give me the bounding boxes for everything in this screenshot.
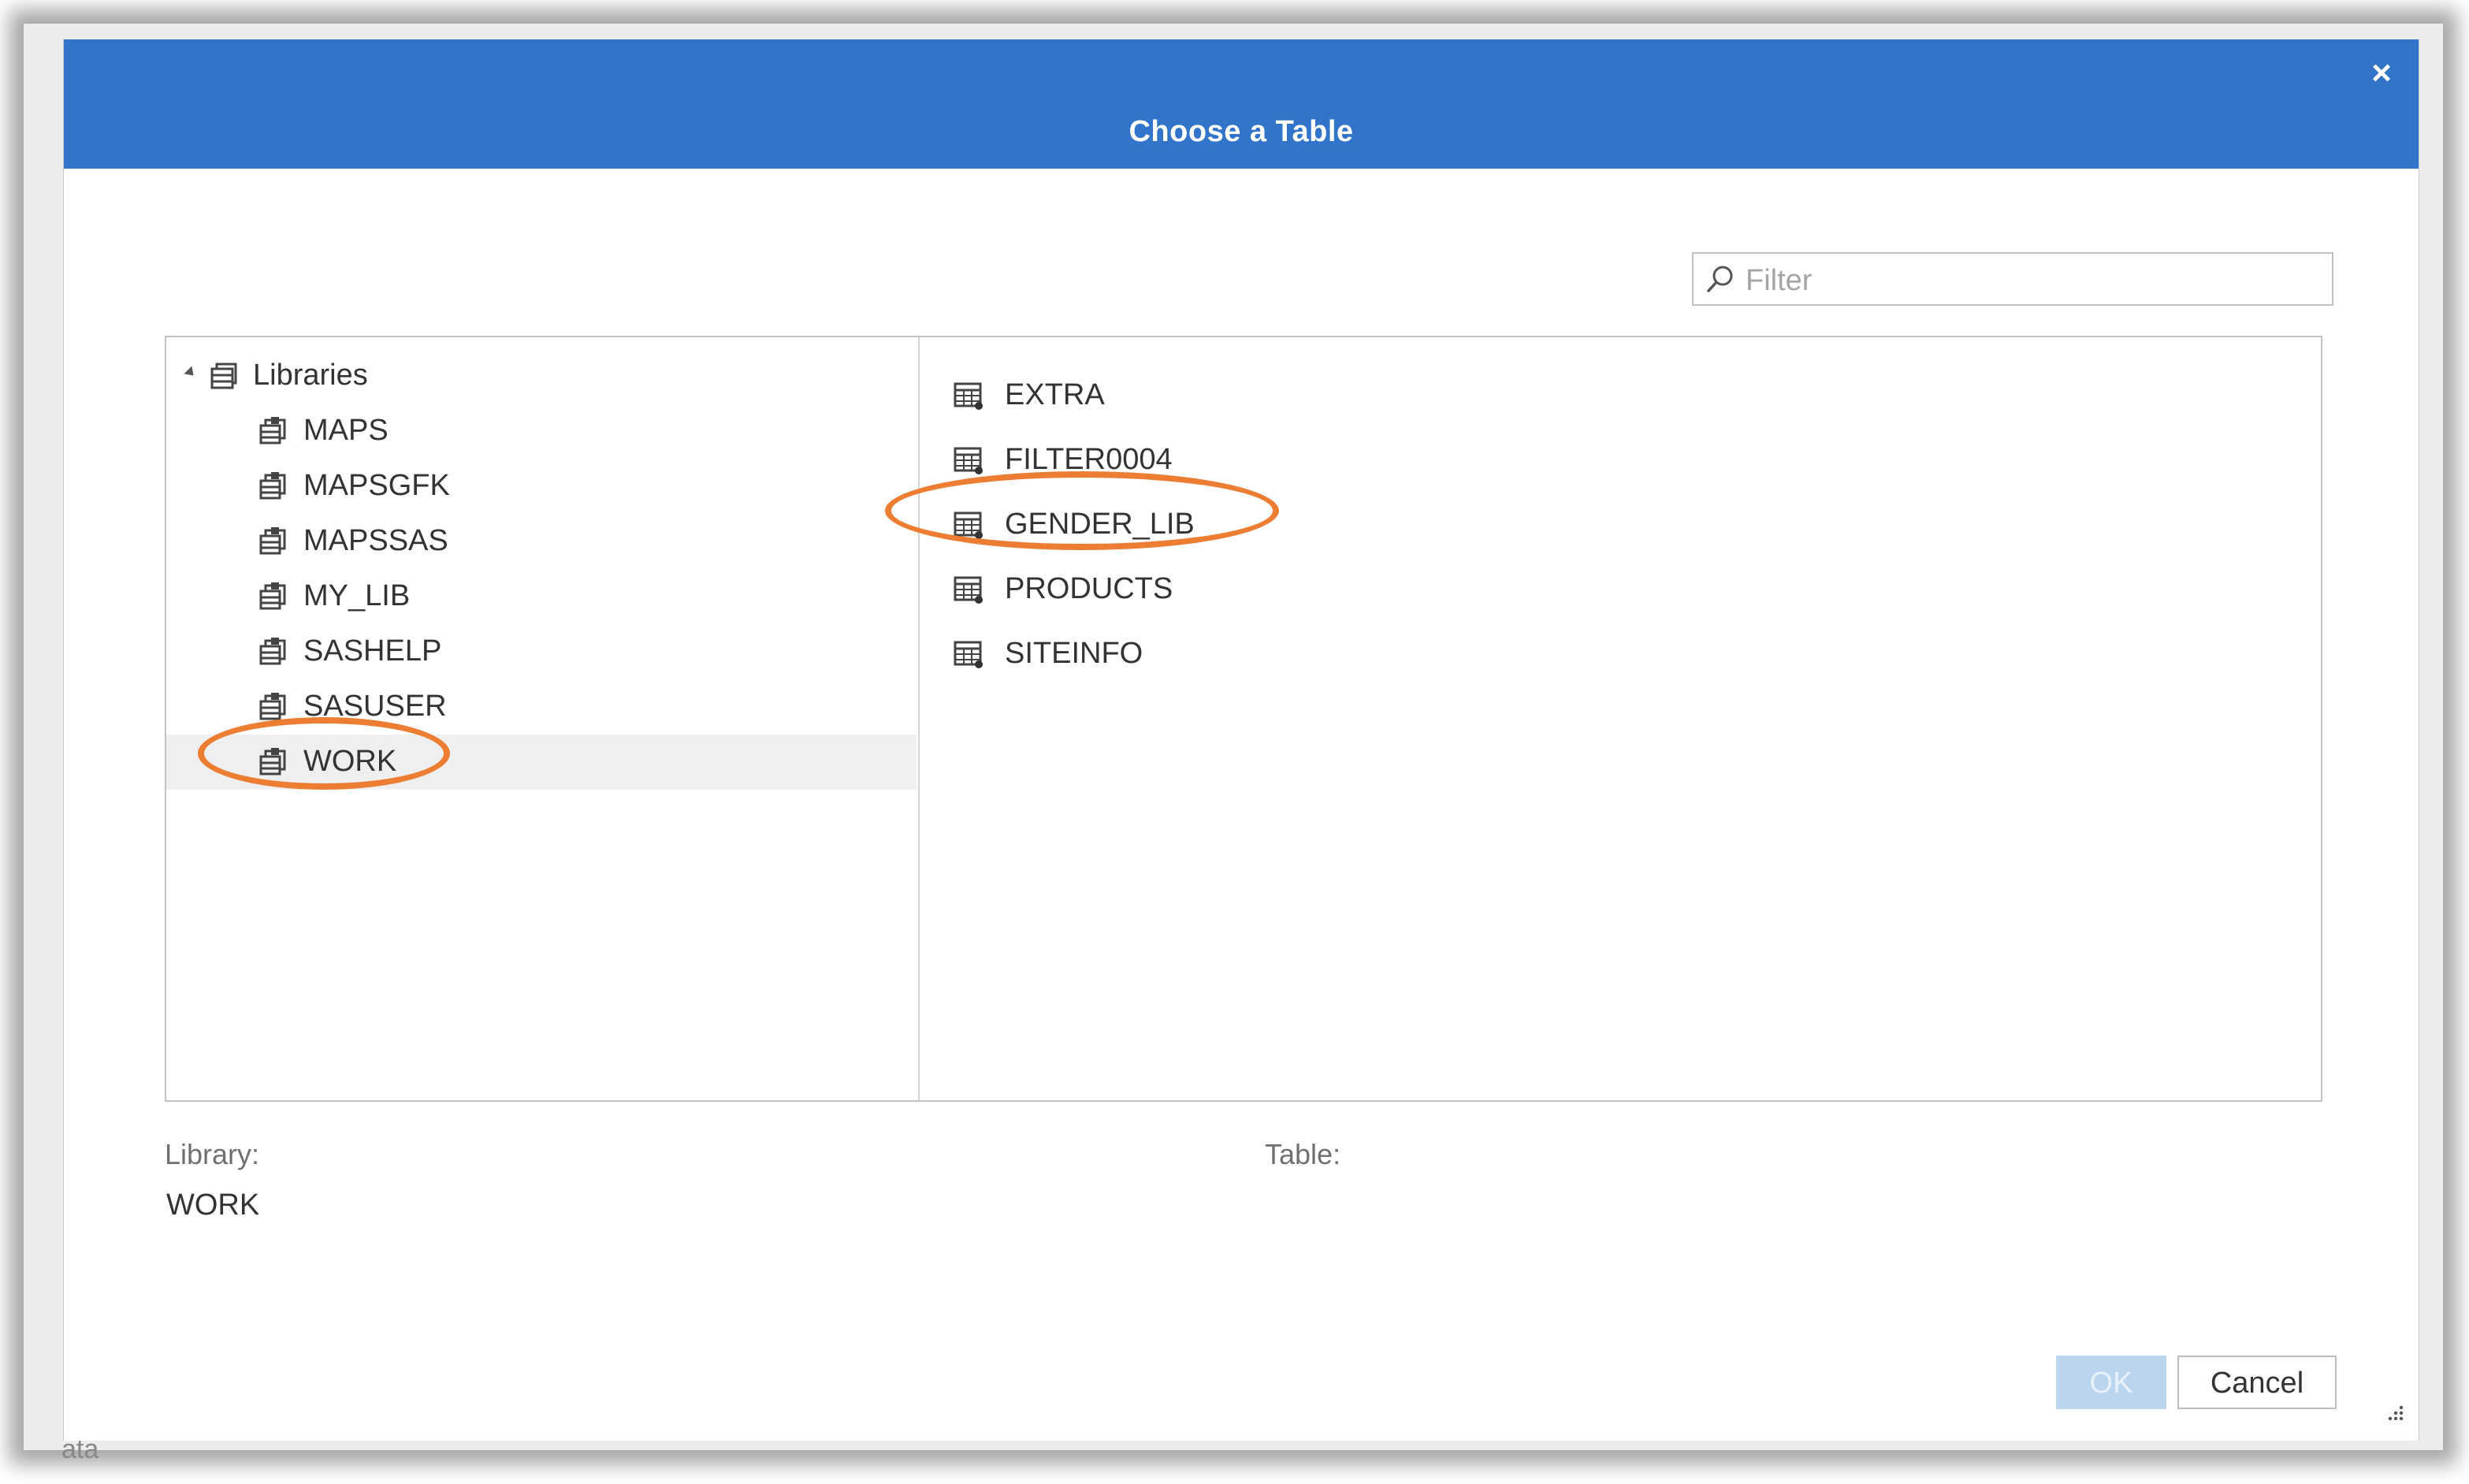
tree-root-libraries[interactable]: Libraries	[166, 348, 917, 404]
table-icon	[953, 444, 984, 476]
filter-field[interactable]	[1692, 252, 2333, 306]
library-icon	[258, 582, 289, 613]
tree-item-label: MAPSSAS	[303, 524, 448, 557]
table-label: Table:	[1265, 1138, 1341, 1170]
resize-grip-icon[interactable]	[2385, 1403, 2404, 1422]
table-item-gender-lib[interactable]: GENDER_LIB	[921, 497, 1709, 552]
dialog-titlebar: Choose a Table ×	[64, 39, 2419, 169]
library-icon	[258, 526, 289, 558]
choose-table-dialog: Choose a Table × Libraries MAPS MAPSGFK MA…	[63, 39, 2419, 1441]
tree-item-label: SASUSER	[303, 690, 447, 723]
table-item-siteinfo[interactable]: SITEINFO	[921, 626, 1709, 681]
library-icon	[258, 416, 289, 448]
tree-item-label: WORK	[303, 745, 397, 778]
tree-item-label: MAPSGFK	[303, 469, 450, 502]
tree-item-mapsgfk[interactable]: MAPSGFK	[166, 459, 917, 514]
tree-item-maps[interactable]: MAPS	[166, 404, 917, 459]
tree-item-sashelp[interactable]: SASHELP	[166, 624, 917, 679]
table-item-products[interactable]: PRODUCTS	[921, 561, 1709, 616]
close-button[interactable]: ×	[2359, 50, 2404, 96]
library-icon	[258, 471, 289, 503]
libraries-icon	[210, 363, 237, 389]
table-item-label: EXTRA	[1005, 378, 1105, 411]
library-value: WORK	[166, 1188, 260, 1222]
table-list: EXTRA FILTER0004 GENDER_LIB PRODUCTS SITEINF…	[921, 337, 2321, 1100]
library-tree: Libraries MAPS MAPSGFK MAPSSAS MY_LIB SASHEL…	[166, 337, 920, 1100]
table-item-label: GENDER_LIB	[1005, 508, 1195, 541]
library-icon	[258, 747, 289, 779]
library-label: Library:	[165, 1138, 260, 1170]
table-icon	[953, 638, 984, 670]
table-item-label: SITEINFO	[1005, 637, 1143, 670]
tree-root-label: Libraries	[253, 359, 368, 392]
dialog-title: Choose a Table	[1129, 115, 1354, 148]
cancel-button[interactable]: Cancel	[2177, 1356, 2337, 1409]
tree-item-label: MY_LIB	[303, 579, 411, 612]
table-icon	[953, 574, 984, 605]
collapse-caret-icon[interactable]	[184, 366, 198, 380]
ok-button[interactable]: OK	[2056, 1356, 2166, 1409]
library-icon	[258, 692, 289, 723]
tree-item-sasuser[interactable]: SASUSER	[166, 679, 917, 735]
library-icon	[258, 637, 289, 668]
table-item-extra[interactable]: EXTRA	[921, 367, 1709, 422]
tree-item-label: SASHELP	[303, 634, 442, 668]
filter-input[interactable]	[1744, 258, 2322, 303]
search-icon	[1707, 266, 1733, 292]
table-item-label: PRODUCTS	[1005, 572, 1173, 605]
table-item-label: FILTER0004	[1005, 443, 1173, 476]
table-icon	[953, 380, 984, 411]
tree-item-mapssas[interactable]: MAPSSAS	[166, 514, 917, 569]
tree-item-label: MAPS	[303, 414, 389, 447]
tree-item-work[interactable]: WORK	[166, 735, 917, 790]
table-browser: Libraries MAPS MAPSGFK MAPSSAS MY_LIB SASHEL…	[165, 336, 2322, 1102]
tree-item-my-lib[interactable]: MY_LIB	[166, 569, 917, 624]
table-icon	[953, 509, 984, 541]
table-item-filter0004[interactable]: FILTER0004	[921, 432, 1709, 487]
